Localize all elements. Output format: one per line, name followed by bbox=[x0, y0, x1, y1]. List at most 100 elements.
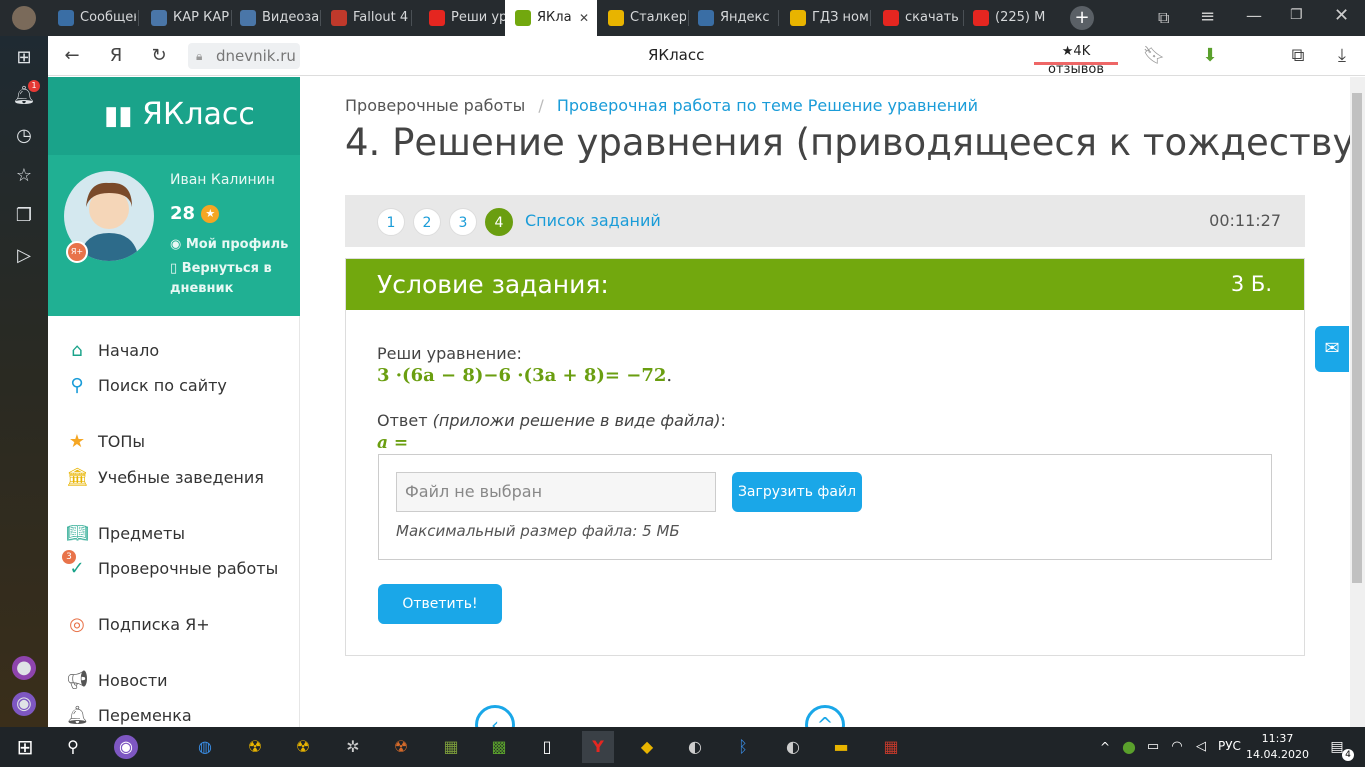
book-icon: 📖︎ bbox=[66, 523, 89, 544]
media-play-icon[interactable]: ▷ bbox=[12, 244, 36, 268]
submit-answer-button[interactable]: Ответить! bbox=[378, 584, 502, 624]
radiation-app-icon-2[interactable]: ☢ bbox=[290, 735, 316, 759]
action-center-icon[interactable]: ▤ 4 bbox=[1324, 735, 1354, 761]
close-window-icon[interactable]: ✕ bbox=[1334, 5, 1349, 26]
apps-grid-icon[interactable]: ⊞ bbox=[12, 46, 36, 70]
alice-assistant-icon[interactable]: ◉ bbox=[12, 692, 36, 716]
browser-tab[interactable]: скачать bbox=[873, 0, 961, 36]
language-indicator[interactable]: РУС bbox=[1218, 739, 1241, 753]
close-tab-icon[interactable]: ✕ bbox=[579, 0, 589, 36]
lock-icon: 🔒︎ bbox=[196, 49, 203, 63]
megaphone-icon: 📢︎ bbox=[66, 670, 89, 691]
history-clock-icon[interactable]: ◷ bbox=[12, 124, 36, 148]
browser-tab[interactable]: КАР КАР bbox=[141, 0, 229, 36]
game-app-icon-2[interactable]: ▦ bbox=[438, 735, 464, 759]
upload-box: Файл не выбран Загрузить файл Максимальн… bbox=[378, 454, 1272, 560]
yaklass-logo[interactable]: ▮▮ ЯКласс bbox=[104, 97, 255, 132]
stalker-app-icon[interactable]: ☢ bbox=[388, 735, 414, 759]
back-arrow-icon[interactable]: ← bbox=[60, 44, 84, 68]
breadcrumb-item-current-test[interactable]: Проверочная работа по теме Решение уравн… bbox=[557, 96, 978, 115]
sidebar-item-home[interactable]: ⌂ Начало bbox=[66, 336, 159, 366]
browser-tab-label: Реши ур bbox=[451, 10, 507, 25]
feedback-mail-icon[interactable]: ✉ bbox=[1315, 326, 1349, 372]
page-scrollbar[interactable] bbox=[1350, 77, 1365, 727]
download-arrow-icon[interactable]: ⬇ bbox=[1198, 44, 1222, 68]
breadcrumb-item-tests[interactable]: Проверочные работы bbox=[345, 96, 525, 115]
tab-manager-icon[interactable]: ⧉ bbox=[1158, 8, 1169, 28]
tray-chevron-up-icon[interactable]: ^ bbox=[1092, 735, 1118, 759]
browser-tab[interactable]: Сталкер bbox=[598, 0, 686, 36]
tray-app-icon[interactable]: ● bbox=[1116, 735, 1142, 759]
downloads-icon[interactable]: ⤓ bbox=[1330, 44, 1354, 68]
sidebar-item-search[interactable]: ⚲ Поиск по сайту bbox=[66, 371, 226, 401]
steam-icon-2[interactable]: ◐ bbox=[780, 735, 806, 759]
browser-tab[interactable]: Яндекс bbox=[688, 0, 776, 36]
alice-icon[interactable]: ◉ bbox=[114, 735, 138, 759]
wifi-icon[interactable]: ◠ bbox=[1164, 735, 1190, 759]
sidebar-item-schools[interactable]: 🏛︎ Учебные заведения bbox=[66, 463, 264, 493]
messenger-icon[interactable]: ● bbox=[12, 656, 36, 680]
extensions-icon[interactable]: ⧉ bbox=[1286, 44, 1310, 68]
browser-tab[interactable]: (225) М bbox=[963, 0, 1051, 36]
gdz-app-icon[interactable]: ◆ bbox=[634, 735, 660, 759]
browser-tab[interactable]: Сообщения bbox=[48, 0, 136, 36]
back-to-diary-link[interactable]: ▯ Вернуться в дневник bbox=[170, 259, 290, 299]
gdz-icon bbox=[790, 10, 806, 26]
url-field[interactable]: 🔒︎ dnevnik.ru bbox=[188, 43, 300, 69]
file-explorer-icon[interactable]: ▬ bbox=[828, 735, 854, 759]
file-input[interactable]: Файл не выбран bbox=[396, 472, 716, 512]
restore-icon[interactable]: ❐ bbox=[1290, 7, 1303, 23]
yandex-icon bbox=[883, 10, 899, 26]
game-app-icon[interactable]: ✲ bbox=[340, 735, 366, 759]
yandex-icon bbox=[698, 10, 714, 26]
step-1[interactable]: 1 bbox=[377, 208, 405, 236]
upload-file-button[interactable]: Загрузить файл bbox=[732, 472, 862, 512]
steam-icon[interactable]: ◐ bbox=[682, 735, 708, 759]
sidebar-item-subjects[interactable]: 📖︎ Предметы bbox=[66, 519, 185, 549]
bluetooth-icon[interactable]: ᛒ bbox=[730, 735, 756, 759]
clock[interactable]: 11:37 14.04.2020 bbox=[1246, 731, 1309, 763]
my-profile-link[interactable]: ◉ Мой профиль bbox=[170, 235, 288, 255]
clock-time: 11:37 bbox=[1261, 732, 1294, 745]
browser-avatar[interactable] bbox=[0, 0, 48, 36]
bookmarks-star-icon[interactable]: ☆ bbox=[12, 164, 36, 188]
browser-tab-label: ЯКла bbox=[537, 10, 572, 25]
new-tab-button[interactable]: + bbox=[1070, 6, 1094, 30]
app-icon-1[interactable]: ◍ bbox=[192, 735, 218, 759]
yandex-home-icon[interactable]: Я bbox=[104, 44, 128, 68]
browser-tab-label: Сообщения bbox=[80, 10, 136, 25]
notifications-bell-icon[interactable]: 🔔︎ 1 bbox=[12, 80, 40, 108]
scrollbar-thumb[interactable] bbox=[1352, 93, 1362, 583]
yandex-browser-icon[interactable]: Y bbox=[582, 731, 614, 763]
sidebar-item-tests[interactable]: ✓ 3 Проверочные работы bbox=[62, 550, 278, 584]
battery-icon[interactable]: ▭ bbox=[1140, 735, 1166, 759]
collections-icon[interactable]: ❐ bbox=[12, 204, 36, 228]
task-list-link[interactable]: Список заданий bbox=[525, 211, 661, 230]
reviews-badge[interactable]: ★4K отзывов bbox=[1034, 43, 1118, 77]
money-app-icon[interactable]: ▩ bbox=[486, 735, 512, 759]
browser-tab[interactable]: Реши ур bbox=[419, 0, 507, 36]
windows-start-icon[interactable]: ⊞ bbox=[12, 735, 38, 759]
menu-icon[interactable]: ≡ bbox=[1200, 6, 1215, 27]
radiation-app-icon[interactable]: ☢ bbox=[242, 735, 268, 759]
browser-tab[interactable]: ЯКла ✕ bbox=[505, 0, 597, 36]
vk-icon bbox=[240, 10, 256, 26]
step-3[interactable]: 3 bbox=[449, 208, 477, 236]
browser-tab[interactable]: Видеоза bbox=[230, 0, 318, 36]
document-icon[interactable]: ▯ bbox=[534, 735, 560, 759]
volume-icon[interactable]: ◁ bbox=[1188, 735, 1214, 759]
user-name[interactable]: Иван Калинин bbox=[170, 172, 275, 188]
sidebar-item-news[interactable]: 📢︎ Новости bbox=[66, 666, 168, 696]
browser-tab[interactable]: ГДЗ ном bbox=[780, 0, 868, 36]
minimize-icon[interactable]: — bbox=[1246, 6, 1262, 25]
step-2[interactable]: 2 bbox=[413, 208, 441, 236]
step-4-current[interactable]: 4 bbox=[485, 208, 513, 236]
browser-tab[interactable]: Fallout 4 bbox=[321, 0, 409, 36]
winrar-icon[interactable]: ▦ bbox=[878, 735, 904, 759]
reload-icon[interactable]: ↻ bbox=[147, 44, 171, 68]
sidebar-item-subscription[interactable]: ◎ Подписка Я+ bbox=[66, 610, 209, 640]
search-icon[interactable]: ⚲ bbox=[60, 735, 86, 759]
task-header-title: Условие задания: bbox=[377, 270, 609, 299]
bookmark-icon[interactable]: 🔖︎ bbox=[1142, 44, 1166, 68]
sidebar-item-tops[interactable]: ★ ТОПы bbox=[66, 427, 145, 457]
